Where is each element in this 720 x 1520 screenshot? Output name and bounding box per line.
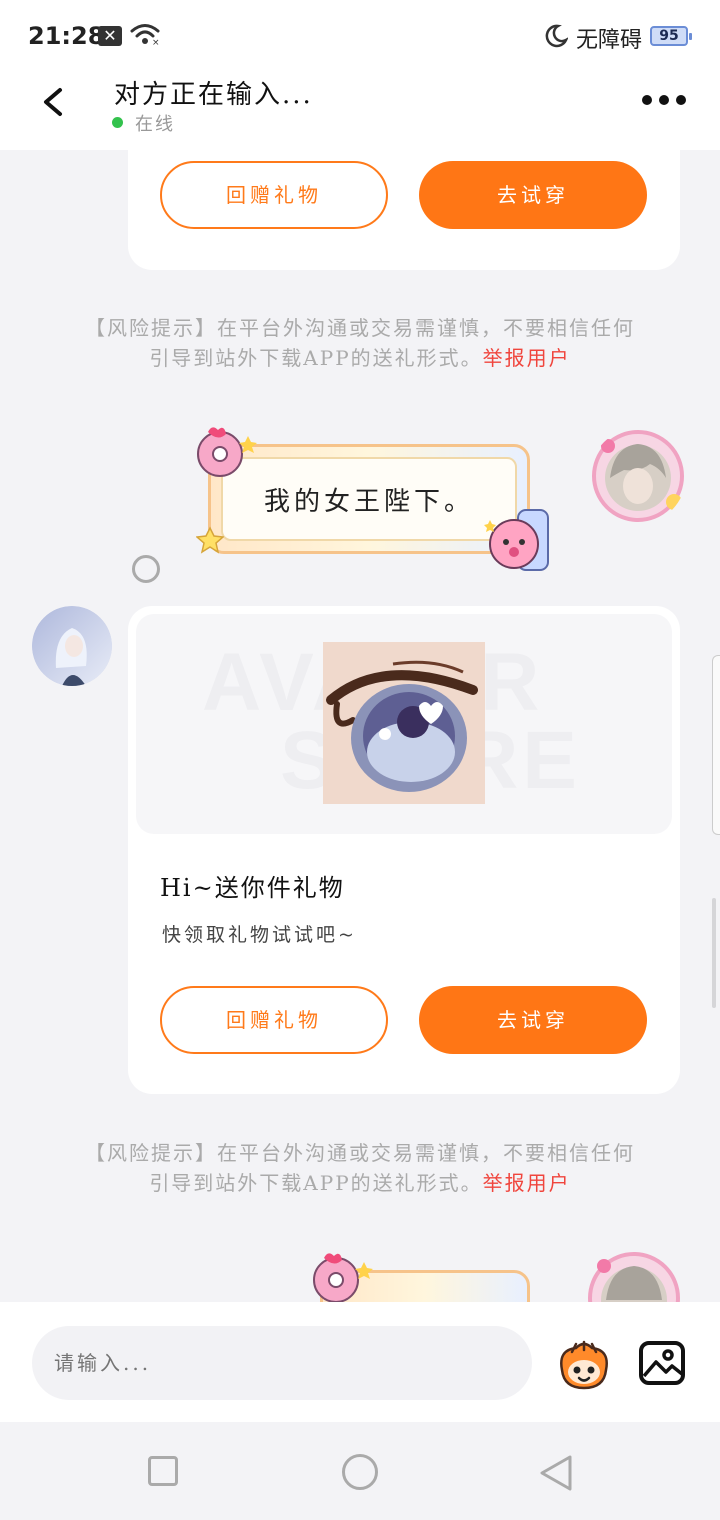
sticker-bubble-text: 我的女王陛下。 bbox=[221, 457, 517, 541]
battery-icon: 95 bbox=[650, 26, 692, 46]
risk-notice-line1: 【风险提示】在平台外沟通或交易需谨慎，不要相信任何 bbox=[85, 1141, 635, 1165]
status-time: 21:28 bbox=[28, 22, 105, 50]
risk-notice-line2: 引导到站外下载APP的送礼形式。 bbox=[149, 346, 483, 370]
risk-notice-line1: 【风险提示】在平台外沟通或交易需谨慎，不要相信任何 bbox=[85, 316, 635, 340]
return-gift-button[interactable]: 回赠礼物 bbox=[160, 986, 388, 1054]
chat-header: 对方正在输入... 在线 bbox=[0, 72, 720, 150]
system-nav-bar bbox=[0, 1422, 720, 1520]
sticker-message[interactable]: 我的女王陛下。 bbox=[190, 422, 570, 582]
gift-title: Hi~送你件礼物 bbox=[160, 874, 345, 902]
eye-gift-image bbox=[323, 642, 485, 804]
sticker-message-partial[interactable] bbox=[306, 1246, 546, 1302]
message-input[interactable] bbox=[32, 1326, 532, 1400]
try-on-button[interactable]: 去试穿 bbox=[419, 161, 647, 229]
svg-text:×: × bbox=[152, 38, 160, 46]
report-user-link[interactable]: 举报用户 bbox=[483, 346, 571, 370]
chat-message-list[interactable]: 回赠礼物 去试穿 【风险提示】在平台外沟通或交易需谨慎，不要相信任何 引导到站外… bbox=[0, 150, 720, 1302]
risk-notice: 【风险提示】在平台外沟通或交易需谨慎，不要相信任何 引导到站外下载APP的送礼形… bbox=[40, 1138, 680, 1198]
kirby-sticker-icon bbox=[484, 509, 549, 571]
my-avatar[interactable] bbox=[586, 1246, 682, 1302]
gift-card-partial: 回赠礼物 去试穿 bbox=[128, 150, 680, 270]
message-input-bar bbox=[0, 1302, 720, 1422]
more-options-icon[interactable] bbox=[642, 92, 686, 108]
try-on-button[interactable]: 去试穿 bbox=[419, 986, 647, 1054]
online-status-dot bbox=[112, 117, 123, 128]
risk-notice: 【风险提示】在平台外沟通或交易需谨慎，不要相信任何 引导到站外下载APP的送礼形… bbox=[40, 313, 680, 373]
risk-notice-line2: 引导到站外下载APP的送礼形式。 bbox=[149, 1171, 483, 1195]
side-scroll-handle[interactable] bbox=[712, 655, 720, 835]
status-bar: 21:28 ✕ × 无障碍 95 bbox=[0, 0, 720, 72]
gift-card: AVATAR STORE Hi~送你件礼物 快领取礼物试试吧~ 回赠礼物 去试穿 bbox=[128, 606, 680, 1094]
report-user-link[interactable]: 举报用户 bbox=[483, 1171, 571, 1195]
image-picker-icon[interactable] bbox=[638, 1340, 686, 1386]
donut-sticker-icon bbox=[313, 1253, 373, 1302]
return-gift-button[interactable]: 回赠礼物 bbox=[160, 161, 388, 229]
scrollbar-thumb[interactable] bbox=[712, 898, 716, 1008]
sender-avatar[interactable] bbox=[32, 606, 112, 686]
back-icon[interactable] bbox=[538, 1454, 574, 1492]
emoji-sticker-icon[interactable] bbox=[554, 1340, 614, 1392]
gift-subtitle: 快领取礼物试试吧~ bbox=[162, 924, 357, 946]
home-icon[interactable] bbox=[342, 1454, 378, 1490]
recent-apps-icon[interactable] bbox=[148, 1456, 178, 1486]
gift-preview[interactable]: AVATAR STORE bbox=[136, 614, 672, 834]
donut-sticker-icon bbox=[197, 427, 257, 477]
accessibility-label: 无障碍 bbox=[576, 28, 643, 53]
back-arrow-icon[interactable] bbox=[36, 82, 76, 122]
sending-status-icon bbox=[132, 555, 160, 583]
moon-icon bbox=[545, 24, 568, 48]
my-avatar[interactable] bbox=[590, 428, 686, 524]
chat-title: 对方正在输入... bbox=[114, 80, 313, 110]
wifi-icon: × bbox=[130, 24, 160, 46]
star-sticker-icon bbox=[196, 526, 224, 554]
online-status-label: 在线 bbox=[135, 114, 175, 135]
x-notification-icon: ✕ bbox=[98, 26, 122, 46]
